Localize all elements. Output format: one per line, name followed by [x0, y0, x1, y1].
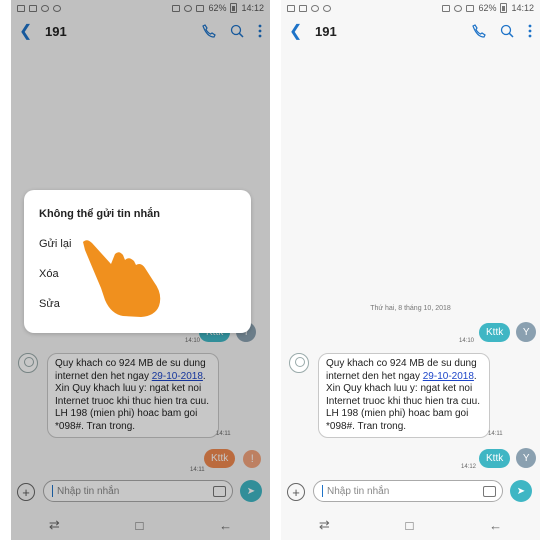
mute-icon: [442, 4, 451, 12]
resend-option[interactable]: Gửi lại: [39, 238, 71, 250]
home-icon[interactable]: □: [406, 518, 414, 533]
navigation-bar: ⇄ □ ←: [281, 510, 540, 540]
signal-icon: [466, 4, 475, 12]
nav-back-icon[interactable]: ←: [489, 518, 502, 533]
image-notification-icon: [287, 4, 295, 12]
sent-time: 14:10: [459, 338, 475, 344]
phone-icon[interactable]: [472, 24, 486, 38]
received-message[interactable]: Quy khach co 924 MB de su dung internet …: [289, 353, 490, 438]
edit-option[interactable]: Sửa: [39, 298, 60, 310]
contact-avatar-icon: [289, 353, 309, 373]
sticker-icon[interactable]: [483, 486, 496, 497]
resent-message[interactable]: Kttk Y: [479, 448, 537, 468]
resent-time: 14:12: [461, 464, 477, 470]
right-screen: 62% 14:12 ❮ 191 Thứ hai, 8 tháng 10, 2018…: [281, 0, 540, 540]
voicemail-icon: [311, 4, 319, 12]
resent-bubble[interactable]: Kttk: [479, 448, 511, 468]
send-button[interactable]: ➤: [510, 480, 532, 502]
search-icon[interactable]: [500, 24, 514, 38]
more-vert-icon[interactable]: [528, 24, 532, 38]
sent-bubble[interactable]: Kttk: [479, 322, 511, 342]
received-bubble[interactable]: Quy khach co 924 MB de su dung internet …: [318, 353, 490, 438]
date-separator: Thứ hai, 8 tháng 10, 2018: [370, 305, 451, 312]
message-input[interactable]: Nhập tin nhắn: [313, 480, 503, 502]
message-thread: Thứ hai, 8 tháng 10, 2018 Kttk Y 14:10 Q…: [281, 46, 540, 476]
delete-option[interactable]: Xóa: [39, 268, 59, 280]
status-bar: 62% 14:12: [281, 0, 540, 16]
clock: 14:12: [511, 3, 534, 13]
avatar: Y: [516, 322, 537, 342]
conversation-title: 191: [315, 23, 337, 39]
received-time: 14:11: [488, 431, 503, 437]
add-attachment-icon[interactable]: +: [287, 483, 305, 501]
alert-icon: [323, 4, 331, 12]
date-link[interactable]: 29-10-2018: [423, 371, 474, 382]
sent-message[interactable]: Kttk Y: [479, 322, 537, 342]
left-screen: 62%14:12 ❮ 191 Kttk Y 14:10 Quy khach co…: [11, 0, 270, 540]
battery-percent: 62%: [478, 3, 497, 13]
dialog-title: Không thể gửi tin nhắn: [39, 208, 160, 220]
wifi-icon: [454, 4, 463, 12]
avatar: Y: [516, 448, 537, 468]
recents-icon[interactable]: ⇄: [319, 517, 330, 533]
composer: + Nhập tin nhắn ➤: [281, 476, 540, 510]
tap-hand-icon: [83, 240, 161, 317]
back-arrow-icon[interactable]: ❮: [289, 21, 309, 41]
app-bar: ❮ 191: [281, 16, 540, 46]
battery-icon: [500, 3, 508, 13]
message-notification-icon: [299, 4, 307, 12]
